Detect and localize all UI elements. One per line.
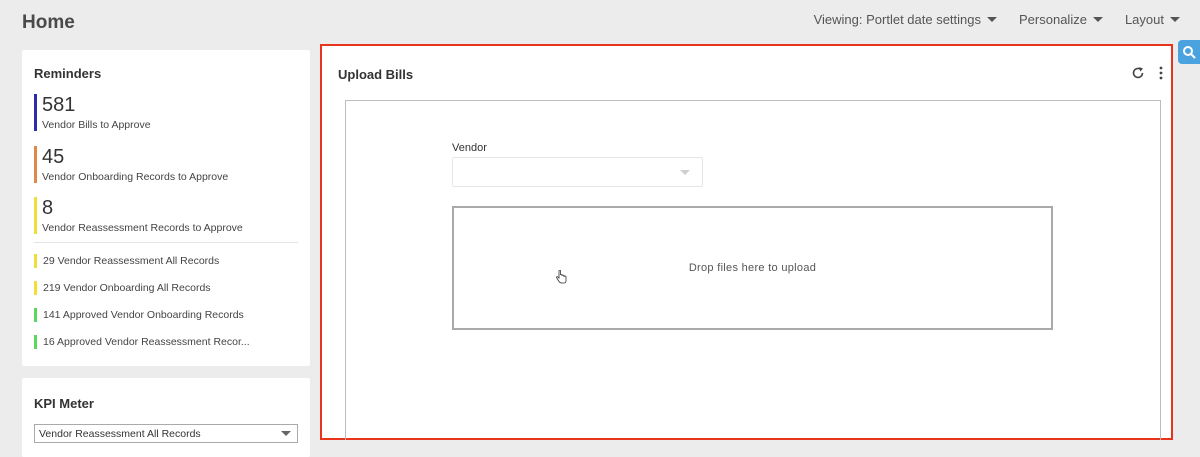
viewing-menu[interactable]: Viewing: Portlet date settings bbox=[813, 12, 998, 27]
page-title: Home bbox=[22, 12, 75, 33]
search-icon bbox=[1183, 46, 1196, 59]
personalize-menu-label: Personalize bbox=[1019, 12, 1087, 27]
reminder-color-bar bbox=[34, 281, 37, 295]
chevron-down-icon bbox=[281, 431, 291, 436]
chevron-down-icon bbox=[1092, 17, 1103, 22]
reminder-color-bar bbox=[34, 254, 37, 268]
reminder-color-bar bbox=[34, 146, 37, 183]
reminders-divider bbox=[34, 242, 298, 243]
reminder-label: Vendor Reassessment Records to Approve bbox=[42, 222, 243, 234]
reminder-count: 581 bbox=[42, 94, 76, 116]
reminder-onboarding-all[interactable]: 219 Vendor Onboarding All Records bbox=[34, 281, 211, 295]
top-menu: Viewing: Portlet date settings Personali… bbox=[814, 12, 1180, 27]
chevron-down-icon bbox=[680, 170, 690, 175]
reminder-vendor-bills[interactable]: 581 Vendor Bills to Approve bbox=[34, 94, 151, 131]
reminder-onboarding-approve[interactable]: 45 Vendor Onboarding Records to Approve bbox=[34, 146, 228, 183]
reminder-text: 16 Approved Vendor Reassessment Recor... bbox=[43, 336, 250, 348]
personalize-menu[interactable]: Personalize bbox=[1019, 12, 1103, 27]
reminder-reassessment-approve[interactable]: 8 Vendor Reassessment Records to Approve bbox=[34, 197, 243, 234]
reminder-label: Vendor Bills to Approve bbox=[42, 119, 151, 131]
upload-bills-portlet: Upload Bills Vendor Drop files here to u… bbox=[320, 44, 1173, 440]
kpi-title: KPI Meter bbox=[34, 396, 94, 411]
reminders-portlet: Reminders 581 Vendor Bills to Approve 45… bbox=[22, 50, 310, 366]
side-search-tab[interactable] bbox=[1178, 40, 1200, 64]
reminder-label: Vendor Onboarding Records to Approve bbox=[42, 171, 229, 183]
reminder-count: 8 bbox=[42, 197, 54, 219]
reminder-text: 29 Vendor Reassessment All Records bbox=[43, 255, 220, 267]
reminder-text: 219 Vendor Onboarding All Records bbox=[43, 282, 211, 294]
upload-frame: Vendor Drop files here to upload bbox=[345, 100, 1161, 440]
reminder-color-bar bbox=[34, 94, 37, 131]
more-options-icon[interactable] bbox=[1159, 66, 1163, 80]
reminder-color-bar bbox=[34, 197, 37, 234]
reminder-color-bar bbox=[34, 335, 37, 349]
reminder-reassessment-all[interactable]: 29 Vendor Reassessment All Records bbox=[34, 254, 219, 268]
portlet-tools bbox=[1131, 66, 1163, 80]
reminder-approved-reassessment[interactable]: 16 Approved Vendor Reassessment Recor... bbox=[34, 335, 250, 349]
upload-bills-title: Upload Bills bbox=[338, 67, 414, 82]
chevron-down-icon bbox=[1170, 17, 1180, 22]
reminders-title: Reminders bbox=[34, 66, 102, 81]
file-drop-zone[interactable]: Drop files here to upload bbox=[452, 206, 1053, 330]
reminder-text: 141 Approved Vendor Onboarding Records bbox=[43, 309, 244, 321]
chevron-down-icon bbox=[987, 17, 998, 22]
viewing-menu-label: Viewing: Portlet date settings bbox=[813, 12, 982, 27]
vendor-label: Vendor bbox=[452, 142, 487, 154]
kpi-portlet: KPI Meter Vendor Reassessment All Record… bbox=[22, 378, 310, 457]
reminder-count: 45 bbox=[42, 146, 65, 168]
reminder-color-bar bbox=[34, 308, 37, 322]
layout-menu-label: Layout bbox=[1124, 12, 1164, 27]
kpi-select-value: Vendor Reassessment All Records bbox=[39, 428, 201, 440]
vendor-select[interactable] bbox=[452, 157, 703, 187]
kpi-select[interactable]: Vendor Reassessment All Records bbox=[34, 424, 298, 443]
drop-zone-text: Drop files here to upload bbox=[688, 262, 817, 274]
layout-menu[interactable]: Layout bbox=[1125, 12, 1180, 27]
hand-cursor-icon bbox=[556, 270, 567, 284]
reminder-approved-onboarding[interactable]: 141 Approved Vendor Onboarding Records bbox=[34, 308, 244, 322]
refresh-icon[interactable] bbox=[1131, 66, 1145, 80]
